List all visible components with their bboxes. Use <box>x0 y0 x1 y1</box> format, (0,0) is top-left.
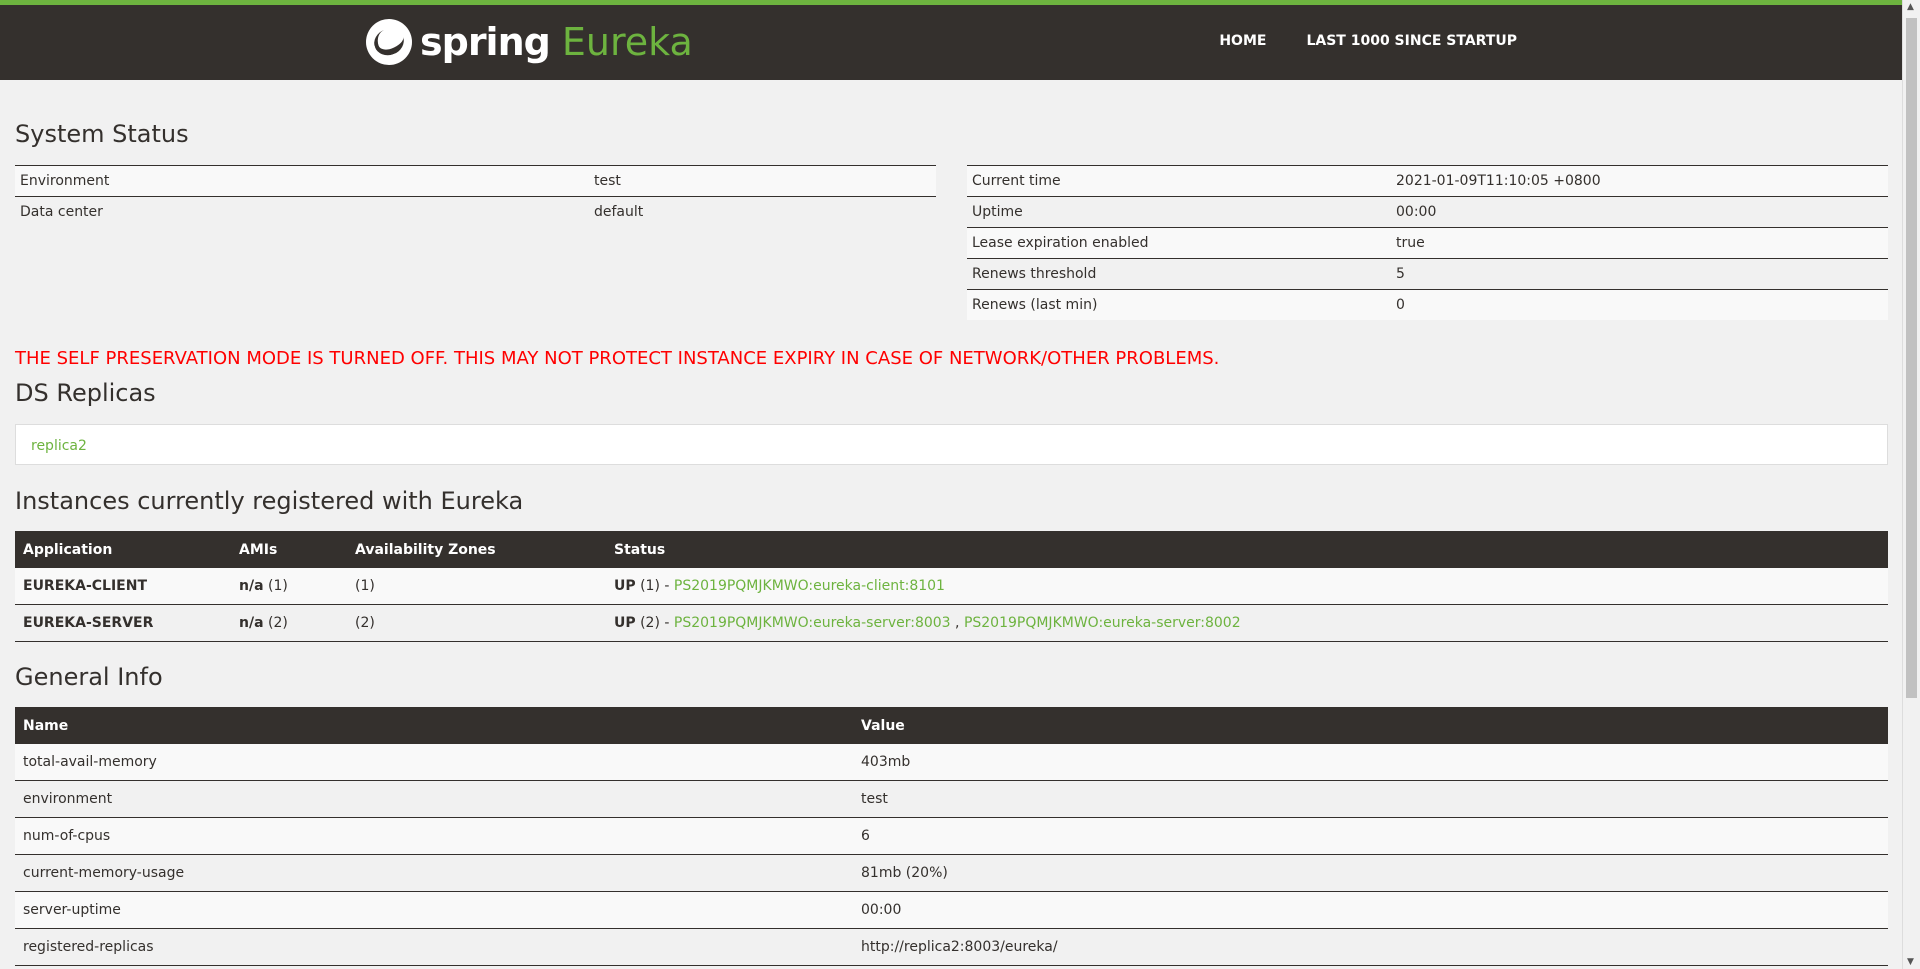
application-name: EUREKA-CLIENT <box>15 568 231 605</box>
status-key: Data center <box>15 196 589 227</box>
self-preservation-warning: THE SELF PRESERVATION MODE IS TURNED OFF… <box>15 348 1220 369</box>
ds-replicas-heading: DS Replicas <box>15 379 156 407</box>
table-row: EUREKA-CLIENT n/a (1) (1) UP (1) - PS201… <box>15 568 1888 605</box>
status-key: Renews threshold <box>967 258 1391 290</box>
ami-cell: n/a (1) <box>231 568 347 605</box>
status-key: Current time <box>967 165 1391 197</box>
status-row: Lease expiration enabled true <box>967 227 1888 259</box>
status-up: UP <box>614 578 636 594</box>
system-status-left-table: Environment test Data center default <box>15 165 936 227</box>
instances-table: Application AMIs Availability Zones Stat… <box>15 531 1888 642</box>
status-value: default <box>589 196 936 227</box>
status-value: 5 <box>1391 258 1888 290</box>
status-count: (2) - <box>640 615 670 631</box>
info-name: num-of-cpus <box>15 817 853 855</box>
info-name: environment <box>15 780 853 818</box>
instance-link[interactable]: PS2019PQMJKMWO:eureka-server:8002 <box>964 615 1241 631</box>
status-row: Uptime 00:00 <box>967 196 1888 228</box>
instances-heading: Instances currently registered with Eure… <box>15 487 524 515</box>
table-row: EUREKA-SERVER n/a (2) (2) UP (2) - PS201… <box>15 604 1888 642</box>
info-name: registered-replicas <box>15 928 853 966</box>
system-status-right-table: Current time 2021-01-09T11:10:05 +0800 U… <box>967 165 1888 320</box>
info-value: test <box>853 780 1888 818</box>
table-row: current-memory-usage 81mb (20%) <box>15 854 1888 892</box>
table-row: registered-replicas http://replica2:8003… <box>15 928 1888 966</box>
status-count: (1) - <box>640 578 670 594</box>
zones-cell: (1) <box>347 568 606 605</box>
scrollbar-thumb[interactable] <box>1906 18 1917 698</box>
ami-label: n/a <box>239 615 264 631</box>
status-row: Current time 2021-01-09T11:10:05 +0800 <box>967 165 1888 197</box>
status-value: test <box>589 165 936 197</box>
page-scrollbar[interactable]: ▲ ▼ <box>1902 0 1920 969</box>
status-up: UP <box>614 615 636 631</box>
status-row: Renews threshold 5 <box>967 258 1888 290</box>
column-header: Value <box>853 707 1888 744</box>
status-row: Environment test <box>15 165 936 197</box>
status-value: 0 <box>1391 289 1888 320</box>
ami-cell: n/a (2) <box>231 604 347 642</box>
status-value: true <box>1391 227 1888 259</box>
ami-count: (1) <box>267 578 288 594</box>
info-value: 81mb (20%) <box>853 854 1888 892</box>
ami-count: (2) <box>267 615 288 631</box>
ds-replicas-list: replica2 <box>15 424 1888 465</box>
column-header: AMIs <box>231 531 347 568</box>
ami-label: n/a <box>239 578 264 594</box>
status-row: Data center default <box>15 196 936 227</box>
instance-link[interactable]: PS2019PQMJKMWO:eureka-client:8101 <box>674 578 945 594</box>
top-navbar: spring Eureka HOME LAST 1000 SINCE START… <box>0 0 1902 80</box>
table-row: environment test <box>15 780 1888 818</box>
info-name: current-memory-usage <box>15 854 853 892</box>
column-header: Application <box>15 531 231 568</box>
table-header-row: Name Value <box>15 707 1888 744</box>
status-cell: UP (2) - PS2019PQMJKMWO:eureka-server:80… <box>606 604 1888 642</box>
instance-link[interactable]: PS2019PQMJKMWO:eureka-server:8003 <box>674 615 951 631</box>
status-key: Environment <box>15 165 589 197</box>
status-value: 00:00 <box>1391 196 1888 228</box>
main-nav: HOME LAST 1000 SINCE STARTUP <box>1219 33 1517 49</box>
info-value: http://replica2:8003/eureka/ <box>853 928 1888 966</box>
table-header-row: Application AMIs Availability Zones Stat… <box>15 531 1888 568</box>
status-cell: UP (1) - PS2019PQMJKMWO:eureka-client:81… <box>606 568 1888 605</box>
status-key: Renews (last min) <box>967 289 1391 320</box>
status-value: 2021-01-09T11:10:05 +0800 <box>1391 165 1888 197</box>
replica-link[interactable]: replica2 <box>31 438 87 454</box>
info-name: total-avail-memory <box>15 744 853 781</box>
status-row: Renews (last min) 0 <box>967 289 1888 320</box>
system-status-heading: System Status <box>15 120 189 148</box>
zones-cell: (2) <box>347 604 606 642</box>
status-key: Lease expiration enabled <box>967 227 1391 259</box>
table-row: num-of-cpus 6 <box>15 817 1888 855</box>
nav-last-1000-link[interactable]: LAST 1000 SINCE STARTUP <box>1306 33 1517 49</box>
info-value: 403mb <box>853 744 1888 781</box>
status-key: Uptime <box>967 196 1391 228</box>
spring-leaf-icon <box>366 19 412 65</box>
general-info-table: Name Value total-avail-memory 403mb envi… <box>15 707 1888 966</box>
scroll-up-arrow-icon[interactable]: ▲ <box>1907 2 1914 12</box>
info-name: server-uptime <box>15 891 853 929</box>
table-row: server-uptime 00:00 <box>15 891 1888 929</box>
column-header: Status <box>606 531 1888 568</box>
column-header: Availability Zones <box>347 531 606 568</box>
info-value: 00:00 <box>853 891 1888 929</box>
column-header: Name <box>15 707 853 744</box>
spring-eureka-logo[interactable]: spring Eureka <box>366 19 693 65</box>
info-value: 6 <box>853 817 1888 855</box>
logo-eureka-text: Eureka <box>561 20 693 64</box>
table-row: total-avail-memory 403mb <box>15 744 1888 781</box>
logo-spring-text: spring <box>420 20 551 64</box>
application-name: EUREKA-SERVER <box>15 604 231 642</box>
nav-home-link[interactable]: HOME <box>1219 33 1266 49</box>
general-info-heading: General Info <box>15 663 163 691</box>
scroll-down-arrow-icon[interactable]: ▼ <box>1907 957 1914 967</box>
